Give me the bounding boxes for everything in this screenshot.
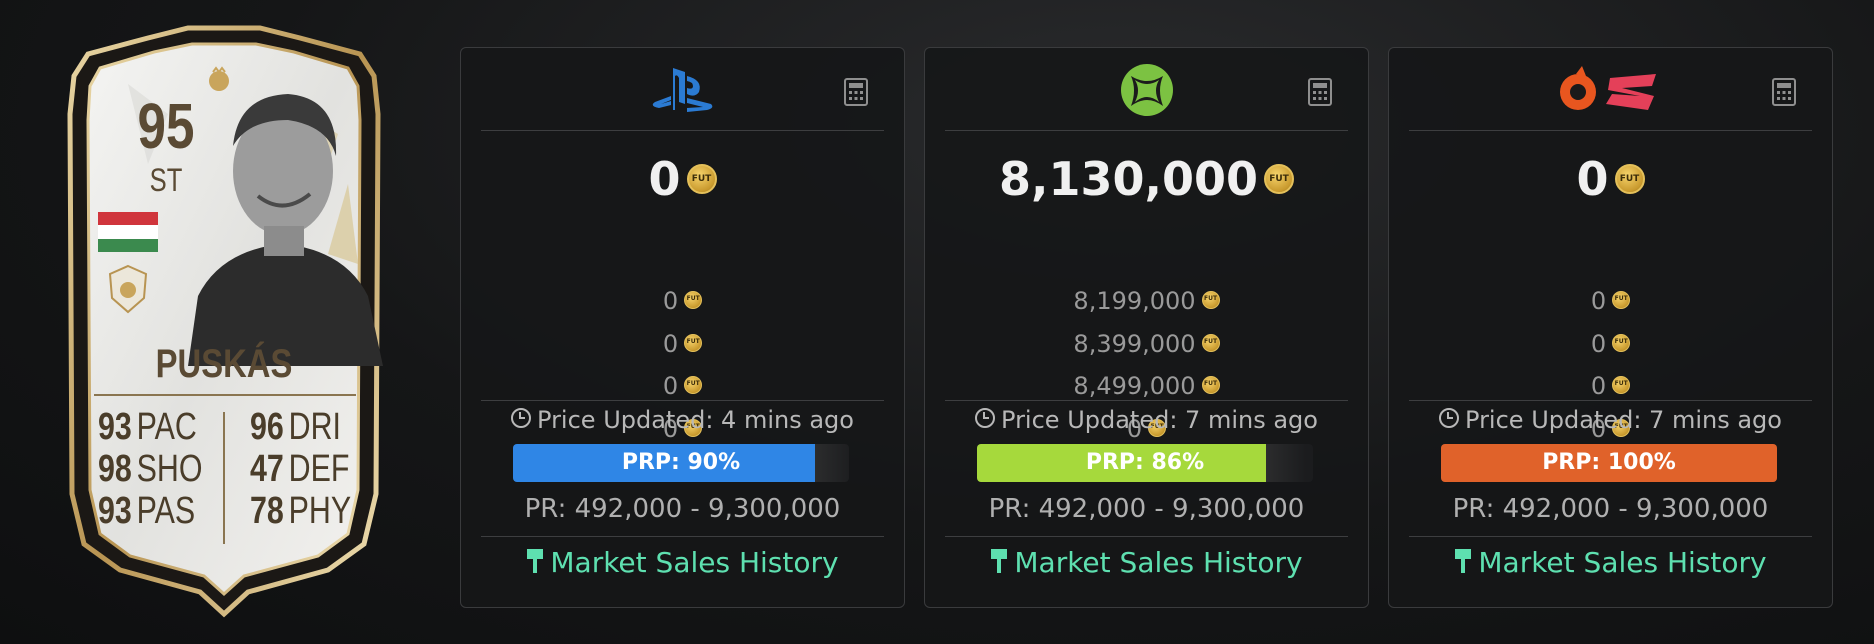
price-panel-pc-stadia: 0 FUT 0 FUT 0 FUT 0 FUT 0 FUT Price Updated: 7 m… <box>1388 47 1833 608</box>
price-row: 0 FUT <box>461 323 904 366</box>
price-range: PR: 492,000 - 9,300,000 <box>988 494 1305 524</box>
coin-icon: FUT <box>1201 291 1220 309</box>
panel-header <box>481 48 884 131</box>
separator <box>1409 536 1812 537</box>
clock-icon <box>975 408 996 428</box>
price-row: 0 FUT <box>461 365 904 408</box>
price-panel-xbox: 8,130,000 FUT 8,199,000 FUT 8,399,000 FUT 8,4… <box>924 47 1369 608</box>
price-row: 0 FUT <box>461 280 904 323</box>
prp-label: PRP: 90% <box>621 450 741 475</box>
clock-icon <box>511 408 532 428</box>
stat-pas: 93 PAS <box>98 490 196 532</box>
platform-logo <box>945 62 1348 118</box>
separator <box>481 536 884 537</box>
lowest-price: 8,130,000 FUT <box>925 152 1368 206</box>
stats-right: 96 DRI 47 DEF 78 PHY <box>250 406 376 532</box>
coin-icon: FUT <box>1264 163 1294 194</box>
prp-bar: PRP: 86% <box>977 444 1313 482</box>
hungary-flag-icon <box>98 212 158 252</box>
prp-label: PRP: 100% <box>1542 450 1676 475</box>
origin-stadia-icon <box>1559 66 1656 110</box>
stats-left: 93 PAC 98 SHO 93 PAS <box>98 406 229 532</box>
price-row: 0 FUT <box>1389 280 1832 323</box>
price-row: 0 FUT <box>1389 323 1832 366</box>
xbox-icon <box>1120 64 1173 116</box>
price-updated: Price Updated: 7 mins ago <box>1389 406 1832 434</box>
calculator-icon[interactable] <box>844 78 868 106</box>
separator <box>481 400 884 401</box>
calculator-icon[interactable] <box>1772 78 1796 106</box>
market-sales-history-link[interactable]: Market Sales History <box>461 546 904 579</box>
platform-logo <box>481 62 884 118</box>
coin-icon: FUT <box>1201 333 1220 352</box>
price-range: PR: 492,000 - 9,300,000 <box>524 494 841 524</box>
stat-phy: 78 PHY <box>250 490 352 532</box>
market-sales-history-link[interactable]: Market Sales History <box>925 546 1368 579</box>
coin-icon: FUT <box>684 333 703 352</box>
calculator-icon[interactable] <box>1308 78 1332 106</box>
coin-icon: FUT <box>686 163 717 194</box>
panel-header <box>945 48 1348 131</box>
separator <box>1409 400 1812 401</box>
card-divider <box>94 394 356 396</box>
separator <box>945 400 1348 401</box>
coin-icon: FUT <box>1612 291 1631 309</box>
player-card[interactable]: 95 ST PUSKÁS 93 PAC 98 SHO 93 PAS 96 DRI 47 D… <box>28 24 420 620</box>
coin-icon: FUT <box>1201 376 1220 394</box>
coin-icon: FUT <box>684 376 703 394</box>
price-range: PR: 492,000 - 9,300,000 <box>1452 494 1769 524</box>
prp-bar: PRP: 90% <box>513 444 849 482</box>
coin-icon: FUT <box>1614 163 1645 194</box>
player-position: ST <box>149 162 183 198</box>
platform-logo <box>1409 62 1812 118</box>
price-updated: Price Updated: 4 mins ago <box>461 406 904 434</box>
separator <box>945 536 1348 537</box>
stat-def: 47 DEF <box>250 448 350 490</box>
player-name: PUSKÁS <box>155 342 293 386</box>
prp-bar: PRP: 100% <box>1441 444 1777 482</box>
price-updated: Price Updated: 7 mins ago <box>925 406 1368 434</box>
price-row: 0 FUT <box>1389 365 1832 408</box>
coin-icon: FUT <box>684 291 703 309</box>
history-chart-icon <box>991 549 1008 573</box>
history-chart-icon <box>527 549 544 573</box>
player-portrait <box>188 94 383 366</box>
market-sales-history-link[interactable]: Market Sales History <box>1389 546 1832 579</box>
coin-icon: FUT <box>1612 333 1631 352</box>
lowest-price: 0 FUT <box>1389 152 1832 206</box>
player-rating: 95 <box>137 90 195 162</box>
stat-sho: 98 SHO <box>98 448 203 490</box>
panel-header <box>1409 48 1812 131</box>
icons-badge-icon <box>108 264 148 314</box>
lowest-price: 0 FUT <box>461 152 904 206</box>
prp-label: PRP: 86% <box>1085 450 1205 475</box>
price-row: 8,399,000 FUT <box>925 323 1368 366</box>
playstation-icon <box>652 68 712 112</box>
history-chart-icon <box>1455 549 1472 573</box>
price-panel-playstation: 0 FUT 0 FUT 0 FUT 0 FUT 0 FUT Price Updated: 4 m… <box>460 47 905 608</box>
icons-emblem-icon <box>209 66 229 91</box>
stat-pac: 93 PAC <box>98 406 197 448</box>
clock-icon <box>1439 408 1460 428</box>
price-row: 8,199,000 FUT <box>925 280 1368 323</box>
coin-icon: FUT <box>1612 376 1631 394</box>
price-row: 8,499,000 FUT <box>925 365 1368 408</box>
stat-dri: 96 DRI <box>250 406 341 448</box>
